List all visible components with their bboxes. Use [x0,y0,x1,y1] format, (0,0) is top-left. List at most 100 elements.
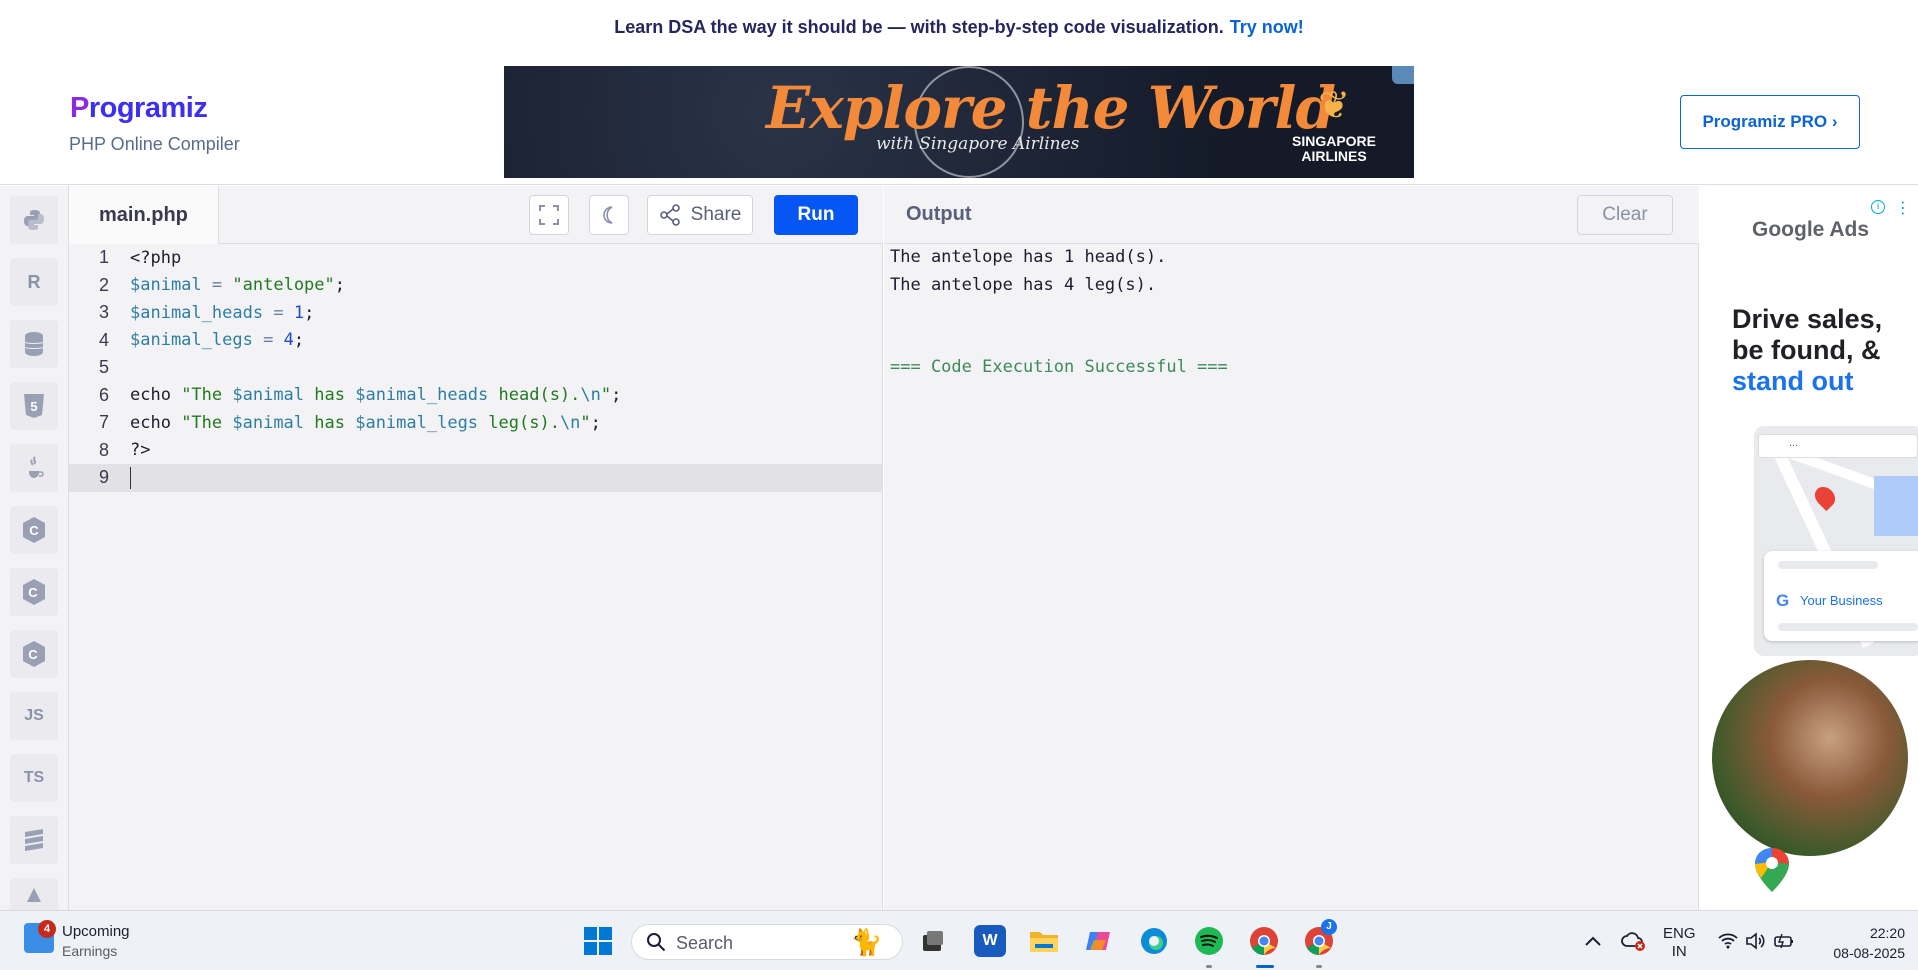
language-indicator[interactable]: ENG IN [1663,925,1696,961]
widget-title[interactable]: Upcoming [62,923,130,940]
code-line: 1 <?php [98,247,182,268]
r-icon[interactable]: R [10,258,58,306]
battery-icon[interactable] [1768,925,1800,957]
svg-text:5: 5 [30,399,37,414]
code-line: 5 [98,357,109,378]
promo-text: Learn DSA the way it should be — with st… [614,16,1224,37]
programiz-logo[interactable]: Programiz [70,92,208,125]
dark-mode-button[interactable] [589,195,629,235]
code-line-active: 9 [69,464,883,492]
share-label: Share [690,204,742,225]
windows-start-icon[interactable] [582,925,614,957]
code-line: 2 $animal = "antelope"; [98,274,346,296]
code-line-3: $animal_heads = 1; [130,302,315,323]
chevron-up-icon[interactable] [1577,925,1609,957]
programiz-pro-button[interactable]: Programiz PRO › [1680,95,1860,149]
output-line: The antelope has 1 head(s). [890,247,1167,267]
file-explorer-icon[interactable] [1028,925,1060,957]
cpp-icon[interactable]: C [10,568,58,616]
task-view-icon[interactable] [917,925,949,957]
spotify-indicator [1206,965,1212,968]
moon-icon [603,206,613,224]
code-editor[interactable]: 1 <?php 2 $animal = "antelope"; 3 $anima… [69,244,883,910]
swift-icon[interactable] [10,816,58,864]
text-cursor [130,466,131,489]
ad-headline: Drive sales, be found, & stand out [1732,304,1883,396]
widget-subtitle: Earnings [62,943,118,959]
code-line: 3 $animal_heads = 1; [98,302,315,323]
output-title: Output [906,203,972,225]
language-rail: R 5 C C C JS TS [0,186,69,910]
ad-brand: SINGAPORE AIRLINES [1291,133,1376,164]
clear-button[interactable]: Clear [1577,195,1673,235]
business-label: Your Business [1800,593,1883,608]
code-line-7: echo "The $animal has $animal_legs leg(s… [130,412,601,433]
map-search-bar: ... [1758,434,1918,458]
word-icon[interactable]: W [974,925,1006,957]
share-icon [659,204,680,226]
share-button[interactable]: Share [647,195,753,235]
code-line-6: echo "The $animal has $animal_heads head… [130,385,622,406]
svg-text:C: C [28,585,38,600]
java-icon[interactable] [10,444,58,492]
clock-time: 22:20 [1869,925,1905,941]
clock-date: 08-08-2025 [1833,945,1905,961]
chrome-profile-indicator [1316,965,1322,968]
chrome-profile-icon[interactable]: J [1303,919,1337,957]
code-line: 7 echo "The $animal has $animal_legs leg… [98,412,601,433]
code-line-2: $animal = "antelope"; [130,275,346,296]
cat-icon: 🐈 [850,927,883,957]
ad-title: Explore the World [766,74,1336,142]
more-icon[interactable] [10,878,58,910]
business-card: G Your Business [1764,551,1918,641]
code-line: 8 ?> [98,439,151,461]
tab-main-php[interactable]: main.php [69,186,219,244]
promo-bar: Learn DSA the way it should be — with st… [0,0,1918,54]
html-icon[interactable]: 5 [10,382,58,430]
run-button[interactable]: Run [774,195,858,235]
spotify-icon[interactable] [1193,925,1225,957]
csharp-icon[interactable]: C [10,630,58,678]
taskbar-search[interactable]: Search 🐈 [631,924,903,960]
windows-taskbar: 4 Upcoming Earnings Search 🐈 W J ENG IN … [0,910,1918,970]
output-line: The antelope has 4 leg(s). [890,274,1157,295]
onedrive-error-icon[interactable] [1618,925,1650,957]
clock[interactable]: 22:20 08-08-2025 [1815,923,1905,963]
map-pin-icon [1810,482,1840,512]
ad-info-icon[interactable]: i [1871,200,1885,214]
sql-icon[interactable] [10,320,58,368]
search-icon [647,933,666,952]
svg-text:C: C [29,523,39,538]
fullscreen-button[interactable] [529,195,569,235]
google-g-icon: G [1776,591,1790,610]
svg-text:C: C [28,647,38,662]
site-header: Programiz PHP Online Compiler Explore th… [0,54,1918,185]
code-line: 6 echo "The $animal has $animal_heads he… [98,384,622,406]
c-icon[interactable]: C [10,506,58,554]
bird-logo-icon: ❦ [1318,85,1350,127]
output-toolbar: Output Clear [884,186,1699,244]
editor-toolbar: main.php Share Run [69,186,883,244]
google-maps-icon [1755,848,1789,892]
copilot-icon[interactable] [1083,925,1115,957]
chrome-icon[interactable] [1248,925,1280,957]
code-line-4: $animal_legs = 4; [130,330,305,351]
js-icon[interactable]: JS [10,692,58,740]
ad-photo [1712,660,1908,856]
ts-icon[interactable]: TS [10,754,58,802]
google-ads-sidebar[interactable]: i ⋮ Google Ads Drive sales, be found, & … [1700,186,1918,910]
ad-choices-icon[interactable] [1392,66,1414,84]
edge-icon[interactable] [1138,925,1170,957]
ad-tagline: with Singapore Airlines [876,134,1080,154]
ad-menu-icon[interactable]: ⋮ [1895,198,1911,218]
airline-ad-banner[interactable]: Explore the World with Singapore Airline… [504,66,1414,178]
page-subtitle: PHP Online Compiler [69,134,240,154]
google-ads-brand: Google Ads [1752,218,1870,241]
widgets-badge: 4 [38,920,56,938]
promo-link[interactable]: Try now! [1230,17,1304,38]
map-illustration: ... G Your Business [1754,426,1918,656]
python-icon[interactable] [10,196,58,244]
chrome-active-indicator [1256,965,1274,968]
code-line: 4 $animal_legs = 4; [98,329,305,351]
expand-icon [539,205,559,225]
